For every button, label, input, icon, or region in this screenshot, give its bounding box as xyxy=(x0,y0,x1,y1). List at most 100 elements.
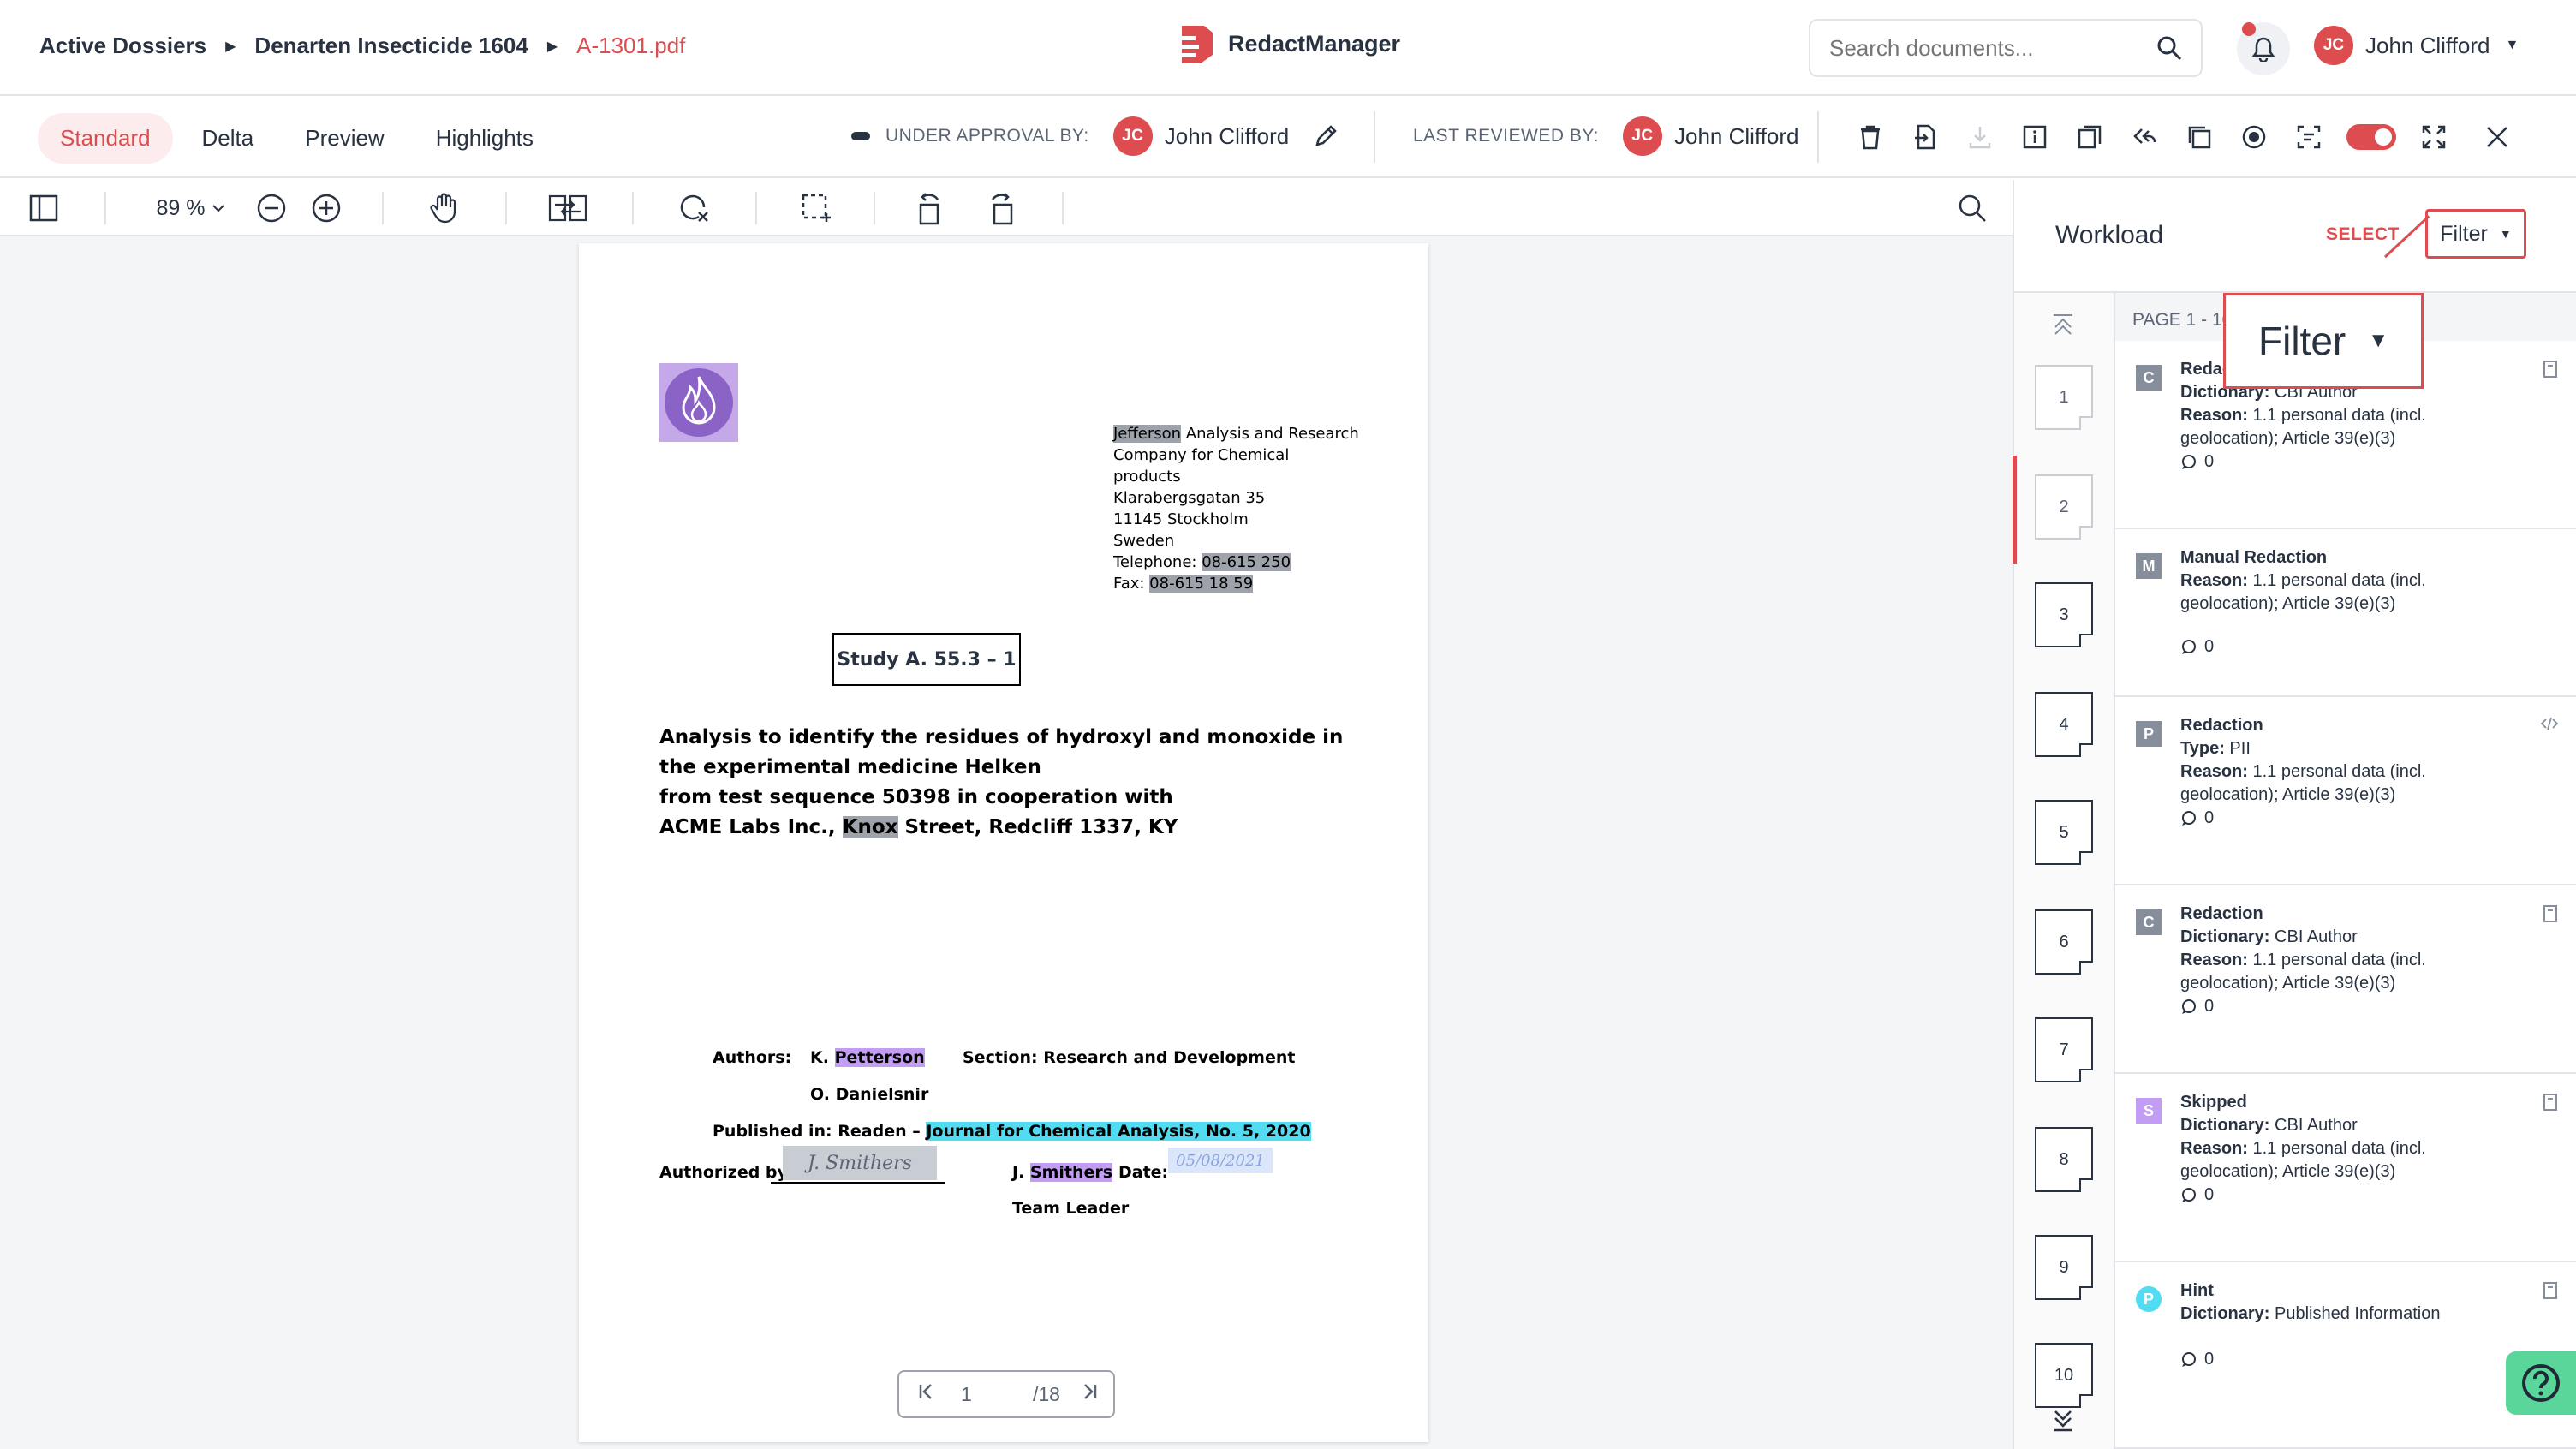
field-label: Reason: xyxy=(2180,406,2248,425)
search-box[interactable] xyxy=(1809,19,2203,77)
chevron-down-icon xyxy=(212,205,225,212)
annotation-item[interactable]: M Manual Redaction Reason: 1.1 personal … xyxy=(2115,529,2576,697)
approval-status: UNDER APPROVAL BY: JC John Clifford xyxy=(851,116,1339,156)
zoom-out-icon[interactable] xyxy=(253,190,289,226)
comments-count[interactable]: 0 xyxy=(2180,1185,2214,1205)
download-icon[interactable] xyxy=(1963,120,1997,154)
compare-icon[interactable] xyxy=(2072,120,2107,154)
scroll-to-bottom-icon[interactable] xyxy=(2050,1408,2076,1434)
author-initial: K. xyxy=(810,1048,835,1067)
rotate-right-icon[interactable] xyxy=(983,190,1019,226)
redacted-company-name[interactable]: Jefferson xyxy=(1113,425,1182,443)
annotation-details: Skipped Dictionary: CBI Author Reason: 1… xyxy=(2180,1091,2523,1184)
redacted-street[interactable]: Knox xyxy=(842,816,898,838)
zoom-in-icon[interactable] xyxy=(308,190,344,226)
signature-image[interactable]: J. Smithers xyxy=(783,1146,937,1180)
filter-label: Filter xyxy=(2440,221,2488,246)
user-name: John Clifford xyxy=(2365,32,2490,58)
annotation-item[interactable]: S Skipped Dictionary: CBI Author Reason:… xyxy=(2115,1074,2576,1262)
filter-zoom-callout[interactable]: Filter ▼ xyxy=(2223,293,2424,389)
annotation-badge: P xyxy=(2136,1286,2162,1312)
breadcrumb-arrow-icon: ▶ xyxy=(546,39,558,54)
document-page[interactable]: Jefferson Analysis and Research Company … xyxy=(579,243,1428,1442)
undo-all-icon[interactable] xyxy=(2127,120,2162,154)
help-button[interactable] xyxy=(2506,1351,2576,1415)
authors-label: Authors: xyxy=(713,1048,792,1067)
brand[interactable]: RedactManager xyxy=(1170,22,1400,65)
redacted-author-name[interactable]: Petterson xyxy=(834,1048,925,1067)
tab-standard[interactable]: Standard xyxy=(38,113,173,164)
search-icon[interactable] xyxy=(1954,190,1990,226)
page-thumbnail[interactable]: 9 xyxy=(2035,1235,2093,1300)
address-line: Sweden xyxy=(1113,532,1175,550)
comments-count[interactable]: 0 xyxy=(2180,637,2214,657)
search-input[interactable] xyxy=(1829,34,2155,62)
document-toolbar: Standard Delta Preview Highlights UNDER … xyxy=(0,96,2576,178)
area-select-icon[interactable] xyxy=(798,190,834,226)
search-icon[interactable] xyxy=(2156,35,2182,61)
annotation-item[interactable]: C Redaction Dictionary: CBI Author Reaso… xyxy=(2115,886,2576,1074)
zoom-select[interactable]: 89 % xyxy=(152,190,230,226)
page-thumbnail[interactable]: 10 xyxy=(2035,1343,2093,1408)
comments-count[interactable]: 0 xyxy=(2180,1350,2214,1369)
clear-search-icon[interactable] xyxy=(677,190,713,226)
signer-initial: J. xyxy=(1012,1163,1030,1182)
title-line: ACME Labs Inc., xyxy=(659,816,843,838)
rotate-left-icon[interactable] xyxy=(913,190,949,226)
pencil-icon[interactable] xyxy=(1313,123,1339,149)
handwritten-date[interactable]: 05/08/2021 xyxy=(1168,1148,1273,1173)
page-thumbnail[interactable]: 5 xyxy=(2035,800,2093,865)
redacted-signer-name[interactable]: Smithers xyxy=(1029,1163,1113,1182)
comments-count[interactable]: 0 xyxy=(2180,808,2214,828)
copy-icon[interactable] xyxy=(2182,120,2216,154)
comment-count: 0 xyxy=(2204,452,2215,471)
tab-delta[interactable]: Delta xyxy=(180,113,277,164)
record-icon[interactable] xyxy=(2237,120,2271,154)
first-page-icon[interactable] xyxy=(918,1382,935,1406)
signature-line xyxy=(771,1182,945,1184)
select-button[interactable]: SELECT xyxy=(2326,224,2400,245)
fullscreen-icon[interactable] xyxy=(2417,120,2451,154)
page-thumbnail[interactable]: 1 xyxy=(2035,365,2093,430)
tab-preview[interactable]: Preview xyxy=(283,113,406,164)
breadcrumb-item-active-dossiers[interactable]: Active Dossiers xyxy=(39,33,206,59)
comments-count[interactable]: 0 xyxy=(2180,452,2214,472)
page-thumbnail[interactable]: 2 xyxy=(2035,474,2093,540)
ocr-scan-icon[interactable] xyxy=(2292,120,2326,154)
user-menu[interactable]: JC John Clifford ▼ xyxy=(2314,26,2519,65)
scroll-to-top-icon[interactable] xyxy=(2050,312,2076,337)
type-value: PII xyxy=(2229,739,2251,758)
filter-callout-label: Filter xyxy=(2258,319,2346,363)
info-icon[interactable] xyxy=(2018,120,2052,154)
annotation-badge: S xyxy=(2136,1098,2162,1124)
tab-highlights[interactable]: Highlights xyxy=(414,113,556,164)
filter-dropdown[interactable]: Filter ▼ xyxy=(2425,209,2526,259)
annotation-item[interactable]: P Redaction Type: PII Reason: 1.1 person… xyxy=(2115,697,2576,886)
last-page-icon[interactable] xyxy=(1081,1382,1098,1406)
comment-count: 0 xyxy=(2204,1185,2215,1204)
redaction-toggle[interactable] xyxy=(2346,124,2396,150)
page-number-input[interactable]: 1 xyxy=(961,1383,1012,1406)
page-thumbnail[interactable]: 7 xyxy=(2035,1017,2093,1082)
page-thumbnail[interactable]: 6 xyxy=(2035,909,2093,975)
fax-label: Fax: xyxy=(1113,575,1150,593)
breadcrumb-item-dossier[interactable]: Denarten Insecticide 1604 xyxy=(254,33,528,59)
notifications-button[interactable] xyxy=(2237,22,2290,75)
address-line: products xyxy=(1113,468,1181,486)
date-label: Date: xyxy=(1118,1163,1169,1182)
sidebar-toggle-icon[interactable] xyxy=(26,190,62,226)
redacted-telephone[interactable]: 08-615 250 xyxy=(1202,553,1291,571)
redacted-fax[interactable]: 08-615 18 59 xyxy=(1149,575,1254,593)
author-1: K. Petterson xyxy=(810,1048,925,1067)
move-file-icon[interactable] xyxy=(1908,120,1942,154)
page-thumbnail[interactable]: 3 xyxy=(2035,582,2093,647)
divider xyxy=(505,192,507,224)
compare-pages-icon[interactable] xyxy=(548,190,587,226)
delete-icon[interactable] xyxy=(1853,120,1887,154)
close-icon[interactable] xyxy=(2480,120,2514,154)
page-thumbnail[interactable]: 8 xyxy=(2035,1127,2093,1192)
page-thumbnail[interactable]: 4 xyxy=(2035,692,2093,757)
comments-count[interactable]: 0 xyxy=(2180,997,2214,1017)
pan-hand-icon[interactable] xyxy=(426,190,462,226)
hint-journal[interactable]: Journal for Chemical Analysis, No. 5, 20… xyxy=(926,1122,1311,1141)
